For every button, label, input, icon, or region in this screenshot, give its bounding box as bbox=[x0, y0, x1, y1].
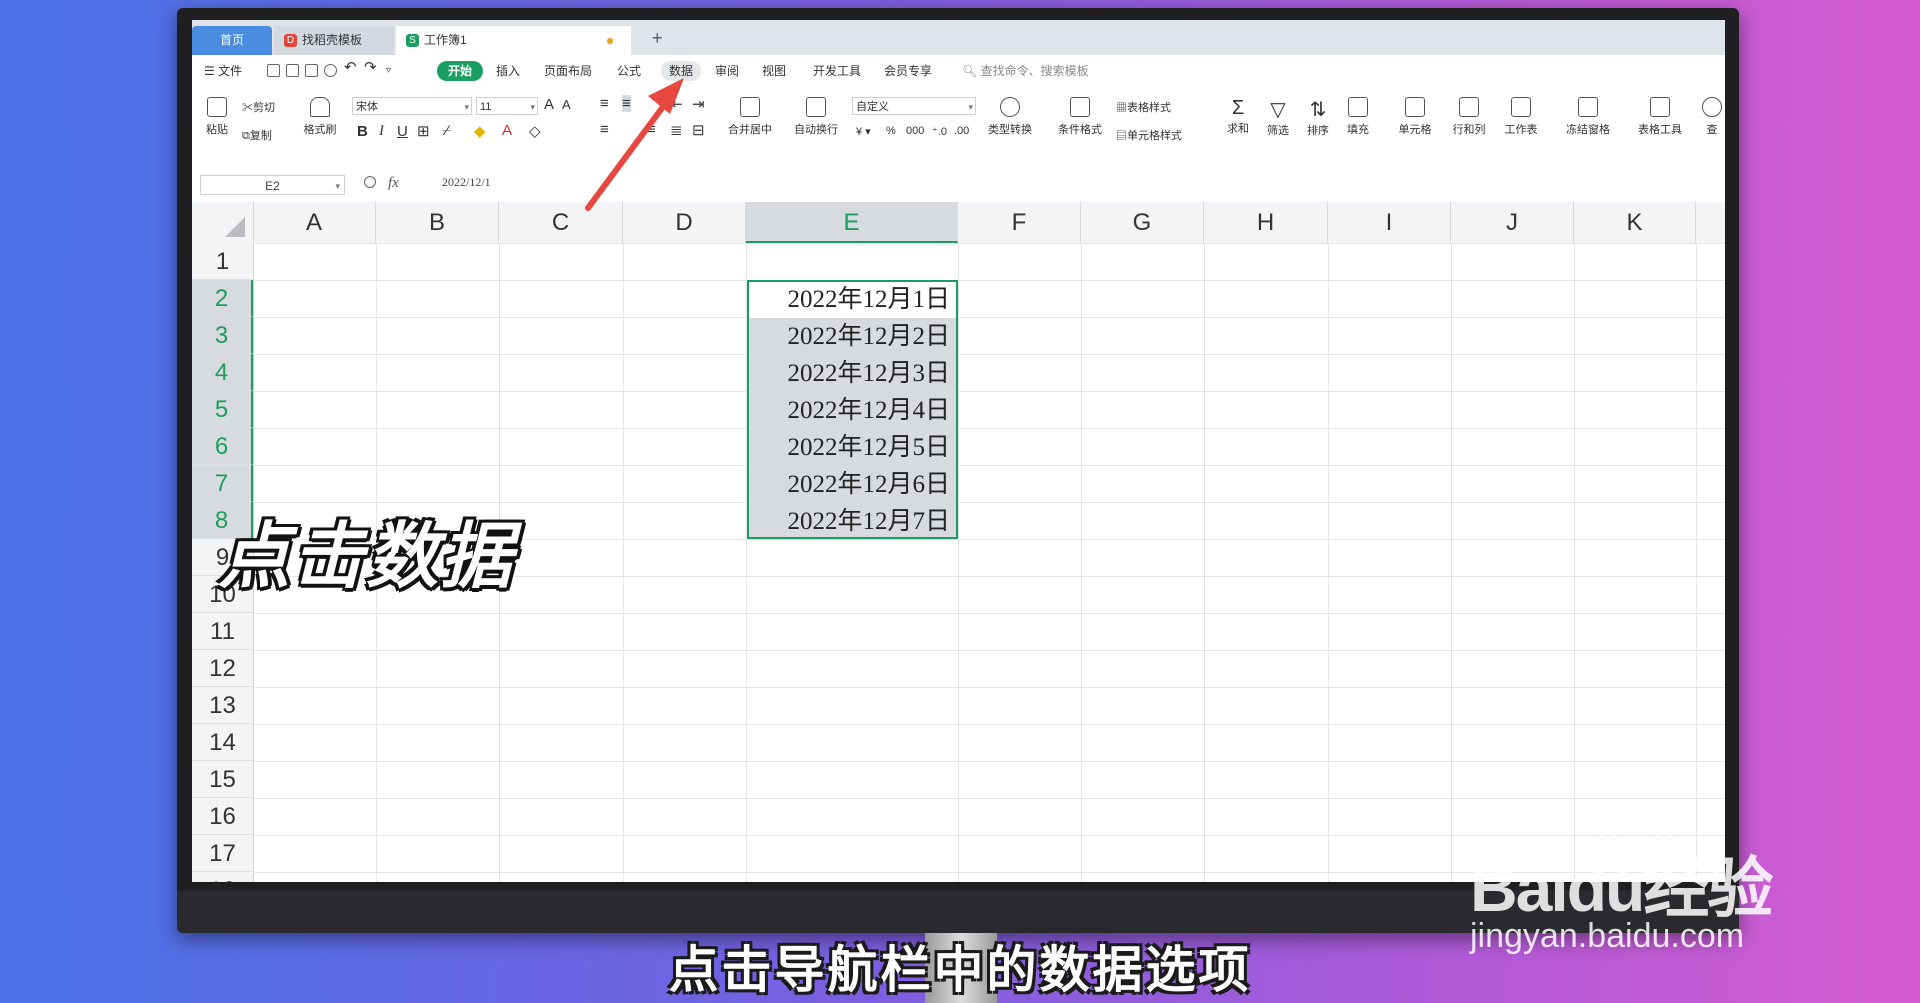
watermark-url: jingyan.baidu.com bbox=[1470, 917, 1745, 955]
baidu-watermark: Baidu经验 jingyan.baidu.com bbox=[1470, 835, 1773, 955]
instruction-caption: 点击数据 bbox=[218, 514, 515, 598]
